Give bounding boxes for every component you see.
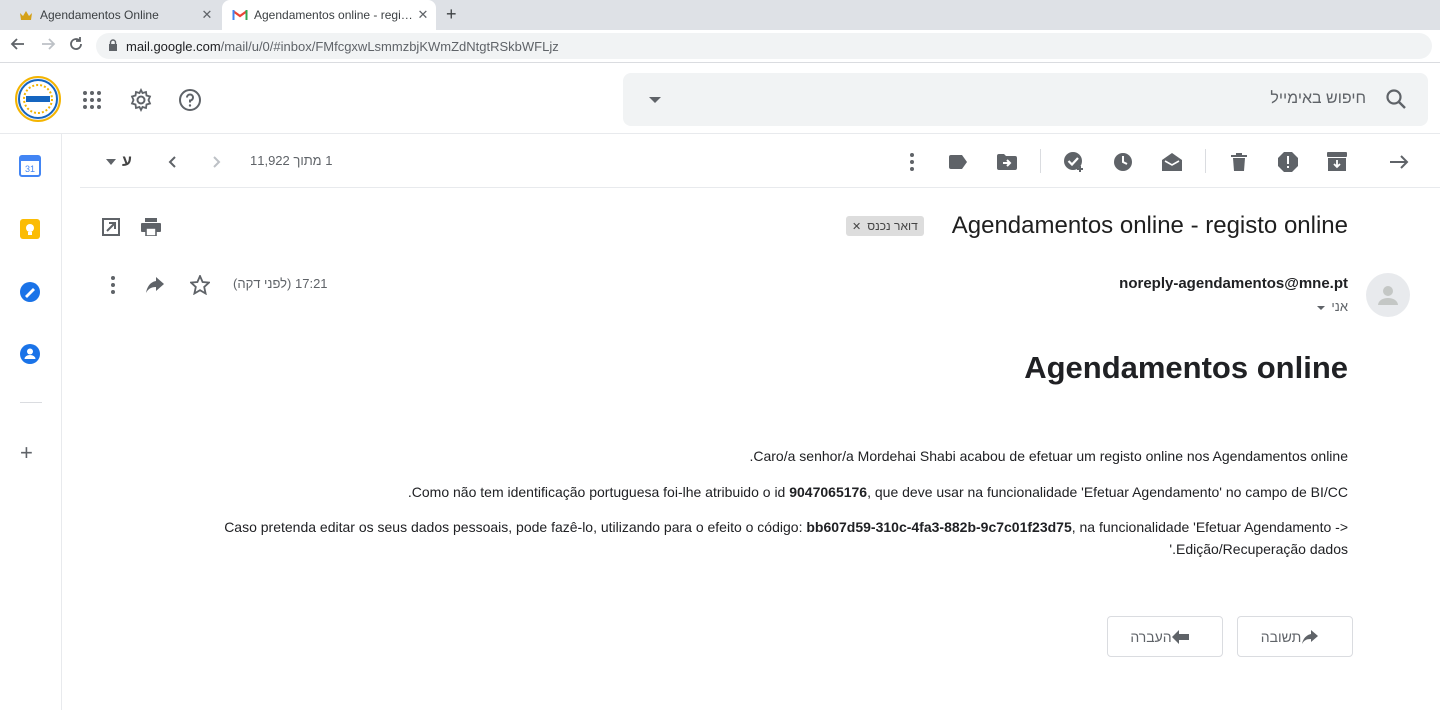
reload-icon[interactable] xyxy=(66,36,86,57)
search-options-caret-icon[interactable] xyxy=(649,97,661,103)
close-tab-icon[interactable]: ✕ xyxy=(414,7,432,23)
rail-divider xyxy=(20,402,42,403)
email-paragraph-3: Caso pretenda editar os seus dados pesso… xyxy=(224,519,1348,557)
remove-label-icon[interactable]: ✕ xyxy=(852,220,861,233)
email-subject: Agendamentos online - registo online xyxy=(951,212,1348,239)
url-field[interactable]: mail.google.com/mail/u/0/#inbox/FMfcgxwL… xyxy=(96,33,1432,59)
edit-code: bb607d59-310c-4fa3-882b-9c7c01f23d75 xyxy=(806,519,1072,535)
sender-address[interactable]: noreply-agendamentos@mne.pt xyxy=(1119,275,1348,292)
assigned-id: 9047065176 xyxy=(789,484,868,500)
tasks-icon[interactable] xyxy=(19,281,41,303)
recipient-dropdown-icon[interactable] xyxy=(1317,305,1326,310)
star-icon[interactable] xyxy=(187,272,213,298)
older-chevron-icon[interactable] xyxy=(205,151,227,173)
label-icon[interactable] xyxy=(947,151,969,173)
tab-title: Agendamentos Online xyxy=(40,8,159,22)
browser-tab-active[interactable]: Agendamentos online - registo online ✕ xyxy=(222,0,436,30)
back-to-inbox-arrow-icon[interactable] xyxy=(1388,151,1410,173)
snooze-clock-icon[interactable] xyxy=(1112,151,1134,173)
search-input[interactable]: חיפוש באימייל xyxy=(1270,90,1366,108)
mark-unread-icon[interactable] xyxy=(1161,151,1183,173)
close-tab-icon[interactable]: ✕ xyxy=(198,7,216,23)
browser-tab[interactable]: Agendamentos Online ✕ xyxy=(8,0,220,30)
sender-avatar[interactable] xyxy=(1366,273,1410,317)
search-icon[interactable] xyxy=(1384,87,1408,111)
archive-icon[interactable] xyxy=(1326,151,1348,173)
add-to-tasks-icon[interactable] xyxy=(1063,151,1085,173)
inbox-label-chip[interactable]: דואר נכנס ✕ xyxy=(846,216,924,236)
forward-button-label: העברה xyxy=(1130,628,1172,645)
add-app-icon[interactable]: + xyxy=(20,440,33,466)
label-chip-text: דואר נכנס xyxy=(867,219,918,233)
reply-button[interactable]: תשובה xyxy=(1237,616,1353,657)
keep-icon[interactable] xyxy=(19,218,41,240)
apps-grid-icon[interactable] xyxy=(79,87,105,113)
reply-button-label: תשובה xyxy=(1260,628,1302,645)
forward-icon[interactable] xyxy=(38,36,58,57)
gmail-header: חיפוש באימייל xyxy=(0,63,1440,134)
crown-icon xyxy=(18,7,34,23)
report-spam-icon[interactable] xyxy=(1277,151,1299,173)
side-apps-rail: 31 + xyxy=(0,134,62,710)
message-timestamp: 17:21 (לפני דקה) xyxy=(233,276,328,291)
url-path: /mail/u/0/#inbox/FMfcgxwLsmmzbjKWmZdNtgt… xyxy=(220,38,559,54)
contacts-icon[interactable] xyxy=(19,343,41,365)
lock-icon xyxy=(108,38,118,54)
recipient-label: אני xyxy=(1331,299,1348,314)
open-new-window-icon[interactable] xyxy=(98,214,124,240)
url-host: mail.google.com xyxy=(126,38,221,54)
browser-tabstrip: Agendamentos Online ✕ Agendamentos onlin… xyxy=(0,0,1440,30)
toolbar-divider xyxy=(1040,149,1041,173)
delete-trash-icon[interactable] xyxy=(1228,151,1250,173)
back-icon[interactable] xyxy=(8,36,28,57)
move-to-icon[interactable] xyxy=(996,151,1018,173)
recipient-details[interactable]: אני xyxy=(1317,299,1348,314)
message-more-icon[interactable] xyxy=(100,272,126,298)
svg-text:31: 31 xyxy=(25,164,35,174)
message-toolbar: ע 1 מתוך 11,922 xyxy=(80,134,1440,188)
input-tool-label: ע xyxy=(122,153,132,170)
print-icon[interactable] xyxy=(138,214,164,240)
settings-gear-icon[interactable] xyxy=(128,87,154,113)
new-tab-icon[interactable]: + xyxy=(446,4,457,25)
toolbar-divider xyxy=(1205,149,1206,173)
forward-icon xyxy=(1171,629,1189,644)
gmail-icon xyxy=(232,7,248,23)
calendar-icon[interactable]: 31 xyxy=(19,155,41,177)
search-bar[interactable]: חיפוש באימייל xyxy=(623,73,1428,126)
more-options-icon[interactable] xyxy=(901,151,923,173)
newer-chevron-icon[interactable] xyxy=(162,151,184,173)
email-paragraph-1: .Caro/a senhor/a Mordehai Shabi acabou d… xyxy=(749,448,1348,464)
reply-icon xyxy=(1302,629,1319,644)
email-body-heading: Agendamentos online xyxy=(1024,350,1348,385)
email-paragraph-2: .Como não tem identificação portuguesa f… xyxy=(407,484,1348,500)
help-icon[interactable] xyxy=(177,87,203,113)
address-bar-row: mail.google.com/mail/u/0/#inbox/FMfcgxwL… xyxy=(0,30,1440,63)
reply-arrow-icon[interactable] xyxy=(142,272,168,298)
account-logo[interactable] xyxy=(15,76,61,122)
forward-button[interactable]: העברה xyxy=(1107,616,1223,657)
tab-title: Agendamentos online - registo online xyxy=(254,8,414,22)
input-tools-button[interactable]: ע xyxy=(102,151,136,173)
pagination-count: 1 מתוך 11,922 xyxy=(250,153,333,168)
